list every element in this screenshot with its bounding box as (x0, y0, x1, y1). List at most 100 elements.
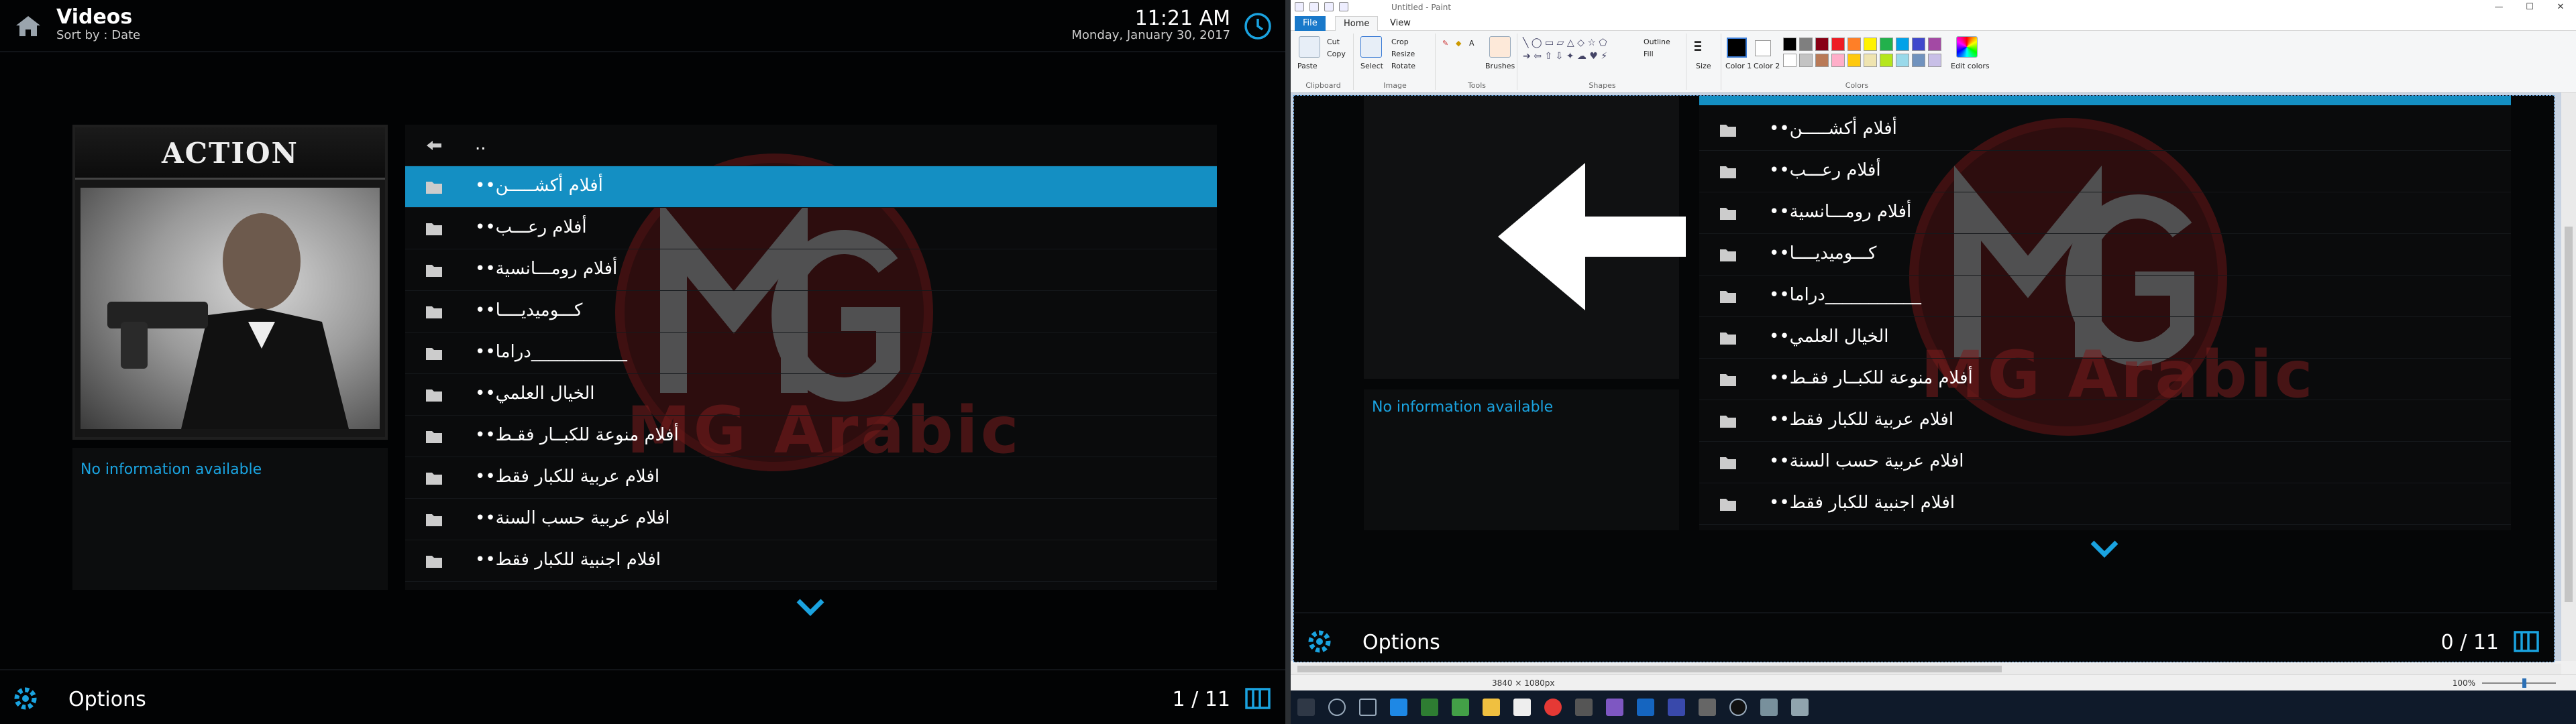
undo-icon[interactable] (1324, 2, 1334, 11)
group-label: Image (1383, 81, 1407, 90)
maximize-button[interactable]: ☐ (2514, 0, 2545, 15)
palette-swatch[interactable] (1896, 38, 1909, 51)
app-green-icon[interactable] (1421, 699, 1438, 716)
paste-icon[interactable] (1299, 36, 1320, 58)
tab-file[interactable]: File (1295, 16, 1326, 31)
task-view-icon[interactable] (1359, 699, 1377, 716)
palette-swatch[interactable] (1831, 54, 1845, 67)
vertical-scroll-thumb[interactable] (2565, 227, 2573, 602)
sort-label[interactable]: Sort by : Date (56, 28, 140, 42)
paint-taskbar-icon[interactable] (1606, 699, 1623, 716)
palette-swatch[interactable] (1847, 38, 1861, 51)
start-windows-icon[interactable] (1297, 699, 1315, 716)
palette-swatch[interactable] (1831, 38, 1845, 51)
select-icon[interactable] (1360, 36, 1382, 58)
palette-swatch[interactable] (1799, 38, 1813, 51)
palette-swatch[interactable] (1815, 54, 1829, 67)
palette-swatch[interactable] (1864, 54, 1877, 67)
resize-button[interactable]: Resize (1391, 50, 1415, 58)
app-slate-icon[interactable] (1760, 699, 1778, 716)
paint-canvas[interactable]: No information available MG Arabic ••أفل… (1293, 95, 2555, 662)
palette-swatch[interactable] (1912, 54, 1925, 67)
palette-swatch[interactable] (1783, 54, 1796, 67)
paint-app-icon[interactable] (1295, 2, 1304, 11)
list-item[interactable]: ••أفلام منوعة للكبــار فقـط (405, 416, 1217, 457)
fill-button[interactable]: Fill (1644, 50, 1654, 58)
kodi-icon[interactable] (1575, 699, 1593, 716)
fill-bucket-icon[interactable]: ◆ (1456, 39, 1461, 48)
list-item[interactable]: ••أفلام رومـــانسية (405, 249, 1217, 291)
list-item[interactable]: ••افلام عربية حسب السنة (405, 499, 1217, 540)
shapes-gallery-icon[interactable]: ╲ ◯ ▭ ▱ △ ◇ ☆ ⬠ (1523, 38, 1607, 48)
cut-button[interactable]: Cut (1327, 38, 1340, 46)
app-light-icon[interactable] (1791, 699, 1809, 716)
list-item[interactable]: ••دراما___________ (405, 333, 1217, 374)
outlook-icon[interactable] (1637, 699, 1654, 716)
edit-colors-button[interactable]: Edit colors (1951, 62, 1990, 70)
palette-swatch[interactable] (1799, 54, 1813, 67)
copy-button[interactable]: Copy (1327, 50, 1346, 58)
zoom-slider-handle[interactable] (2522, 678, 2526, 688)
app-grey-icon[interactable] (1699, 699, 1716, 716)
edit-colors-icon[interactable] (1956, 36, 1978, 58)
color1-swatch[interactable] (1727, 38, 1747, 58)
save-icon[interactable] (1309, 2, 1319, 11)
shapes-gallery-row2-icon[interactable]: ➔ ⇦ ⇧ ⇩ ✦ ☁ ♥ ⚡ (1523, 51, 1607, 62)
crop-button[interactable]: Crop (1391, 38, 1409, 46)
list-item[interactable]: ••أفلام أكشـــــن (405, 166, 1217, 208)
brushes-icon[interactable] (1489, 36, 1511, 58)
edge-browser-icon[interactable] (1390, 699, 1407, 716)
list-item[interactable]: ••افلام اجنبية للكبار فقط (405, 540, 1217, 582)
home-icon[interactable] (15, 15, 42, 38)
rotate-button[interactable]: Rotate (1391, 62, 1415, 70)
brushes-button[interactable]: Brushes (1485, 62, 1515, 70)
file-explorer-icon[interactable] (1483, 699, 1500, 716)
text-icon[interactable]: A (1469, 39, 1474, 48)
tab-home[interactable]: Home (1335, 16, 1379, 31)
zoom-slider[interactable] (2482, 678, 2556, 688)
vertical-scrollbar[interactable] (2561, 93, 2576, 661)
palette-swatch[interactable] (1864, 38, 1877, 51)
group-label: Tools (1467, 81, 1487, 90)
list-item[interactable]: ••الخيال العلمي (405, 374, 1217, 416)
app-dark-icon[interactable] (1729, 699, 1747, 716)
list-item[interactable]: ••كـــوميديــــا (405, 291, 1217, 333)
palette-swatch[interactable] (1847, 54, 1861, 67)
palette-swatch[interactable] (1880, 54, 1893, 67)
search-icon[interactable] (1328, 699, 1346, 716)
options-button[interactable]: Options (68, 688, 146, 711)
list-item[interactable]: ••أفلام رعـــب (405, 208, 1217, 249)
select-button[interactable]: Select (1360, 62, 1383, 70)
paste-button[interactable]: Paste (1297, 62, 1318, 70)
tab-view[interactable]: View (1382, 16, 1419, 31)
palette-swatch[interactable] (1896, 54, 1909, 67)
minimize-button[interactable]: — (2483, 0, 2514, 15)
palette-swatch[interactable] (1815, 38, 1829, 51)
size-lines-icon[interactable]: ━ ━ ━ (1695, 37, 1701, 56)
close-button[interactable]: ✕ (2545, 0, 2576, 15)
store-icon[interactable] (1513, 699, 1531, 716)
list-item[interactable]: ••افلام عربية للكبار فقط (405, 457, 1217, 499)
app-blue-icon[interactable] (1668, 699, 1685, 716)
chrome-icon[interactable] (1544, 699, 1562, 716)
palette-swatch[interactable] (1783, 38, 1796, 51)
color2-swatch[interactable] (1755, 40, 1771, 56)
outline-button[interactable]: Outline (1644, 38, 1670, 46)
palette-swatch[interactable] (1912, 38, 1925, 51)
options-gear-icon[interactable] (12, 685, 39, 712)
palette-swatch[interactable] (1928, 38, 1941, 51)
excel-icon[interactable] (1452, 699, 1469, 716)
palette-swatch[interactable] (1928, 54, 1941, 67)
list-item-label: ••الخيال العلمي (475, 383, 595, 404)
redo-icon[interactable] (1339, 2, 1348, 11)
pencil-icon[interactable]: ✎ (1442, 39, 1448, 48)
horizontal-scroll-thumb[interactable] (1297, 666, 2002, 672)
horizontal-scrollbar[interactable] (1291, 664, 2561, 674)
view-mode-icon[interactable] (1244, 685, 1272, 712)
inner-view-mode-icon (2514, 631, 2539, 652)
size-button[interactable]: Size (1696, 62, 1711, 70)
palette-swatch[interactable] (1880, 38, 1893, 51)
folder-icon (426, 348, 442, 360)
scroll-down-chevron-icon[interactable] (796, 597, 825, 617)
list-item-parent[interactable]: .. (405, 125, 1217, 166)
